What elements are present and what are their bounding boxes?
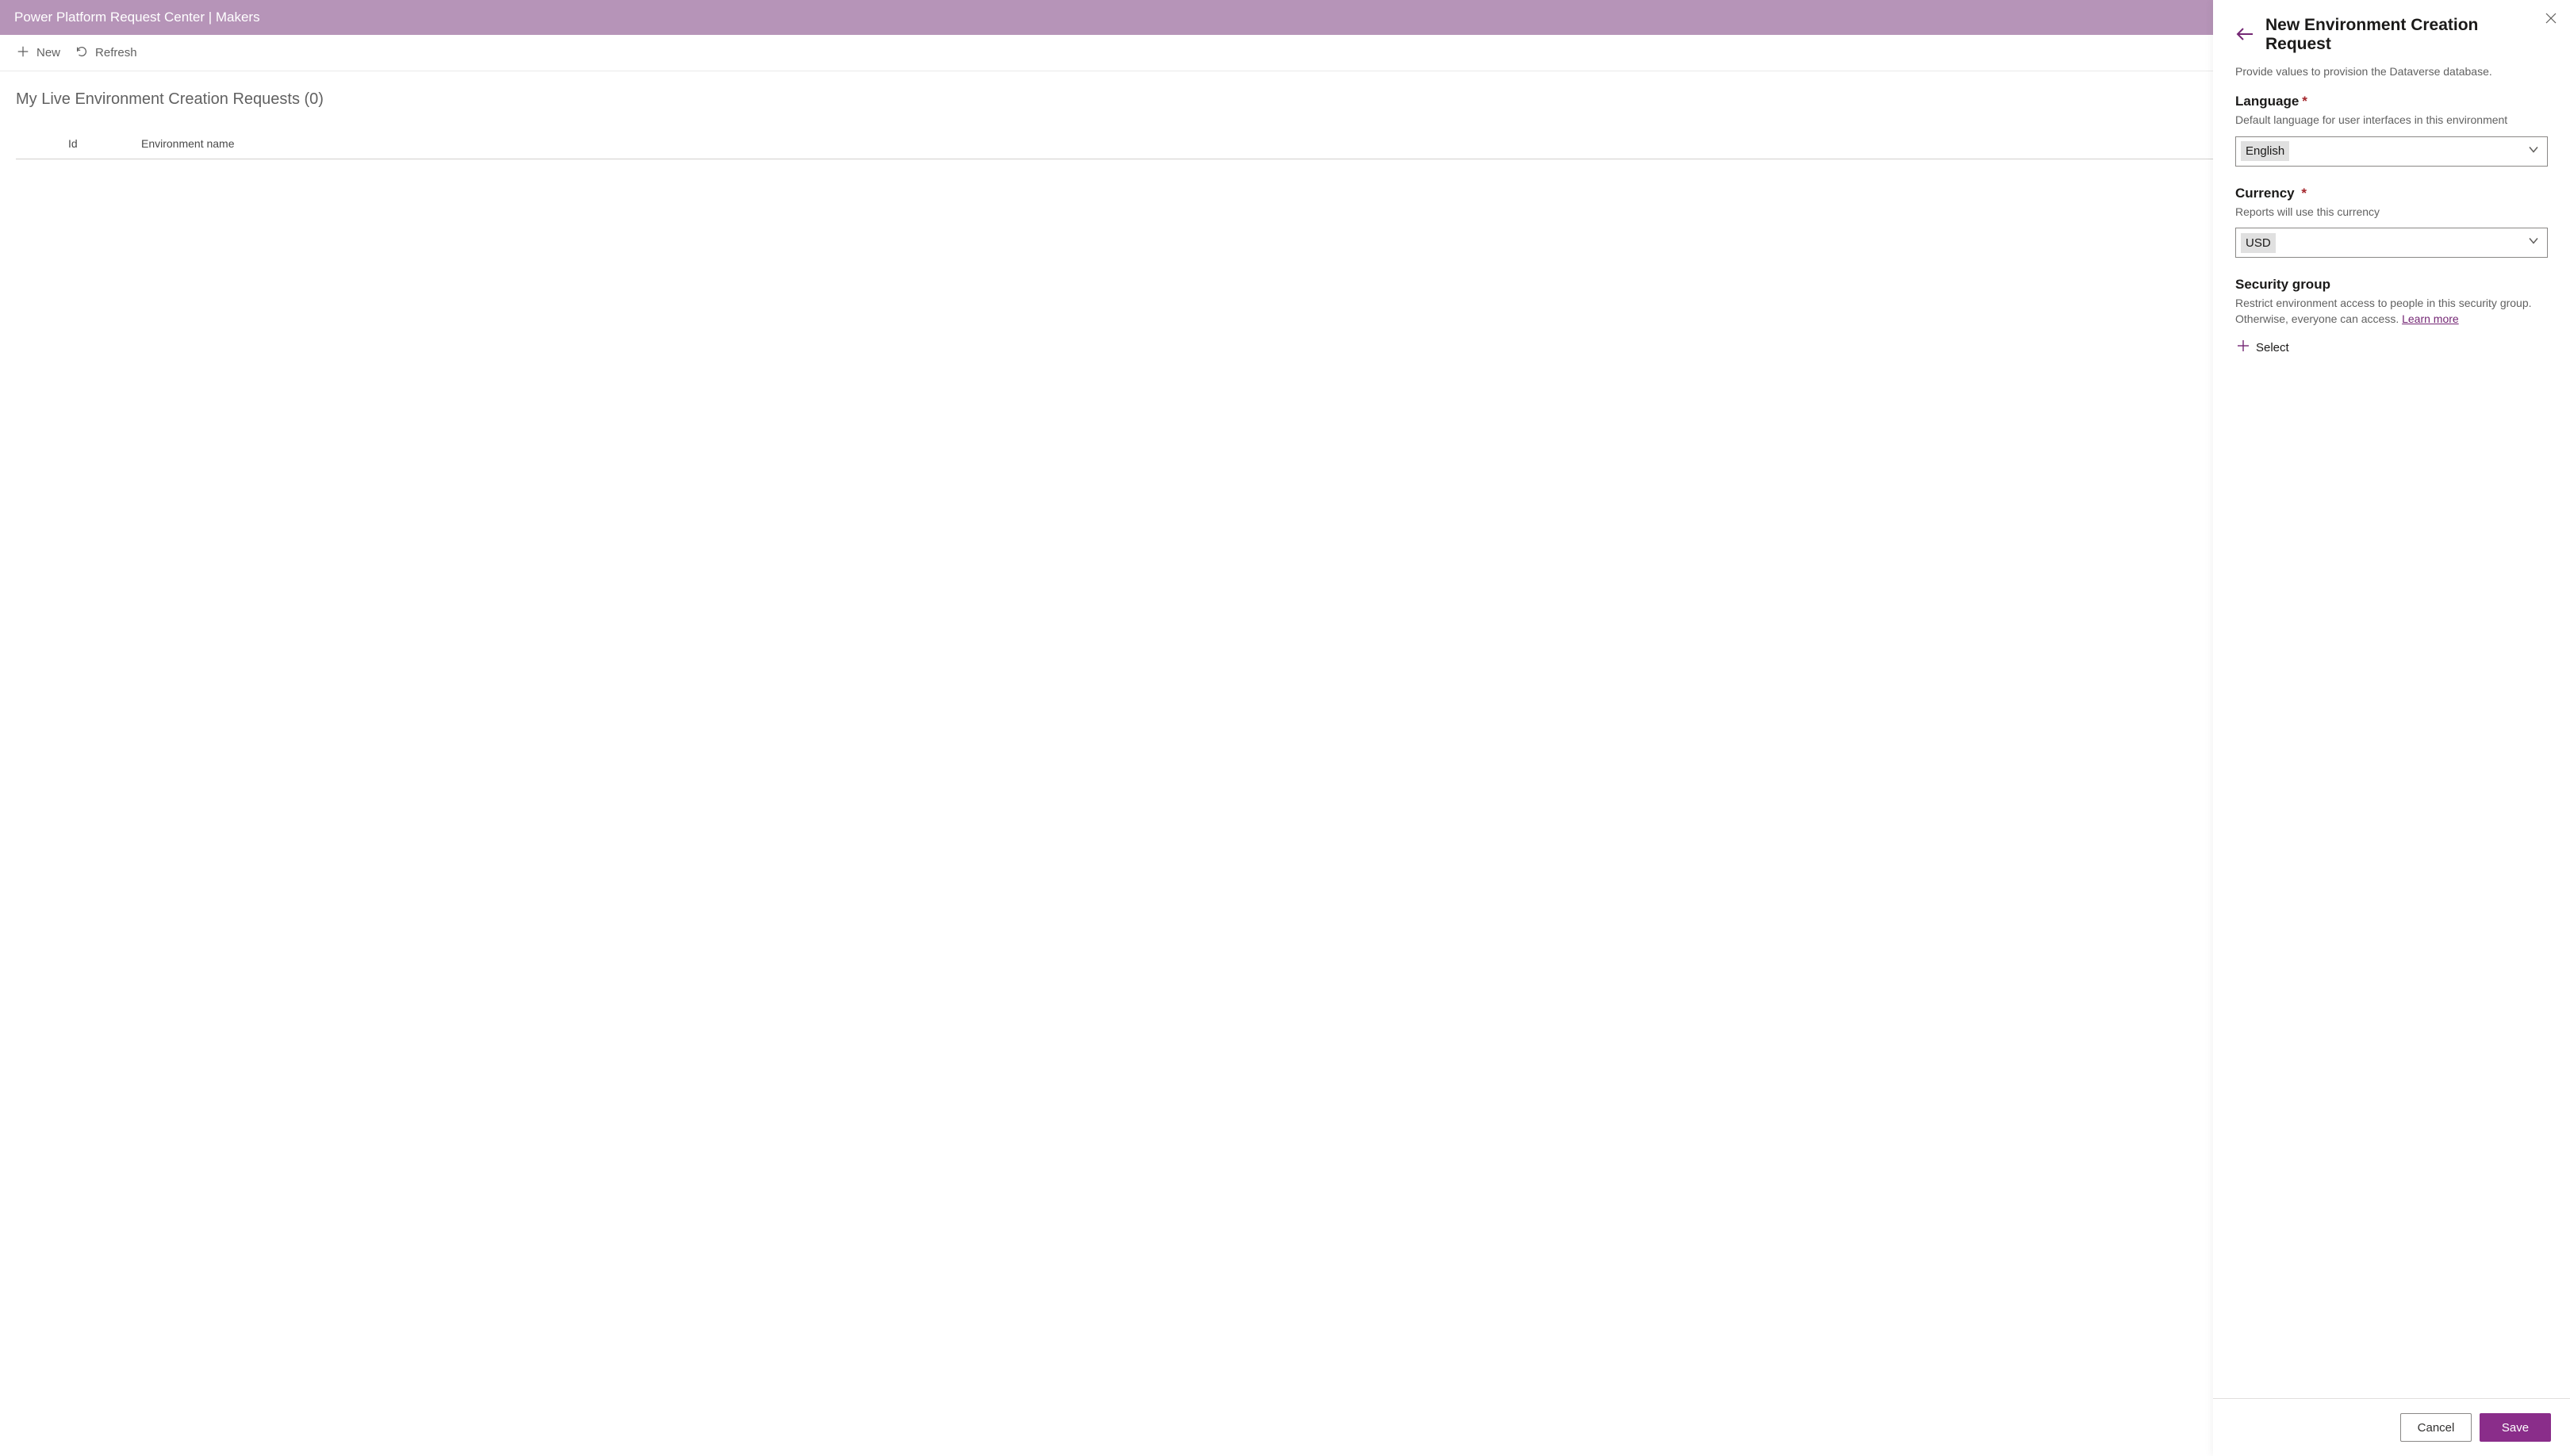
close-icon [2545, 13, 2557, 26]
currency-hint: Reports will use this currency [2235, 205, 2548, 220]
refresh-button-label: Refresh [95, 46, 137, 59]
required-asterisk: * [2302, 94, 2307, 109]
panel-header: New Environment Creation Request [2213, 0, 2570, 60]
chevron-down-icon [2528, 144, 2539, 159]
app-header: Power Platform Request Center | Makers [0, 0, 2570, 35]
security-group: Security group Restrict environment acce… [2235, 277, 2548, 360]
refresh-icon [75, 44, 89, 62]
grid-col-envname[interactable]: Environment name [141, 137, 2554, 150]
language-hint: Default language for user interfaces in … [2235, 113, 2548, 128]
save-button[interactable]: Save [2480, 1413, 2551, 1442]
main-content: My Live Environment Creation Requests (0… [0, 71, 2570, 178]
security-select-label: Select [2256, 341, 2289, 354]
refresh-button[interactable]: Refresh [73, 41, 139, 65]
currency-group: Currency * Reports will use this currenc… [2235, 186, 2548, 259]
command-bar: New Refresh [0, 35, 2570, 71]
currency-select-value: USD [2241, 233, 2276, 253]
back-button[interactable] [2235, 25, 2254, 46]
language-group: Language* Default language for user inte… [2235, 94, 2548, 167]
panel-title: New Environment Creation Request [2265, 16, 2548, 54]
panel-footer: Cancel Save [2213, 1398, 2570, 1456]
app-title: Power Platform Request Center | Makers [14, 10, 260, 25]
cancel-button[interactable]: Cancel [2400, 1413, 2472, 1442]
security-select-button[interactable]: Select [2235, 335, 2291, 360]
security-label: Security group [2235, 277, 2548, 293]
new-button-label: New [36, 46, 60, 59]
currency-select[interactable]: USD [2235, 228, 2548, 258]
chevron-down-icon [2528, 236, 2539, 251]
currency-label: Currency * [2235, 186, 2548, 201]
language-select-value: English [2241, 141, 2289, 161]
new-button[interactable]: New [14, 41, 62, 65]
plus-icon [2237, 339, 2250, 355]
arrow-left-icon [2235, 25, 2254, 46]
panel-subtitle: Provide values to provision the Datavers… [2235, 65, 2548, 78]
view-title: My Live Environment Creation Requests (0… [16, 90, 2554, 109]
language-label: Language* [2235, 94, 2548, 109]
learn-more-link[interactable]: Learn more [2402, 312, 2459, 325]
plus-icon [16, 44, 30, 62]
side-panel: New Environment Creation Request Provide… [2213, 0, 2570, 1456]
close-panel-button[interactable] [2540, 8, 2562, 30]
security-hint: Restrict environment access to people in… [2235, 296, 2548, 327]
required-asterisk: * [2301, 186, 2307, 201]
panel-body: Provide values to provision the Datavers… [2213, 60, 2570, 1398]
language-select[interactable]: English [2235, 136, 2548, 167]
grid-header: Id Environment name [16, 128, 2554, 159]
grid-col-id[interactable]: Id [68, 137, 141, 150]
